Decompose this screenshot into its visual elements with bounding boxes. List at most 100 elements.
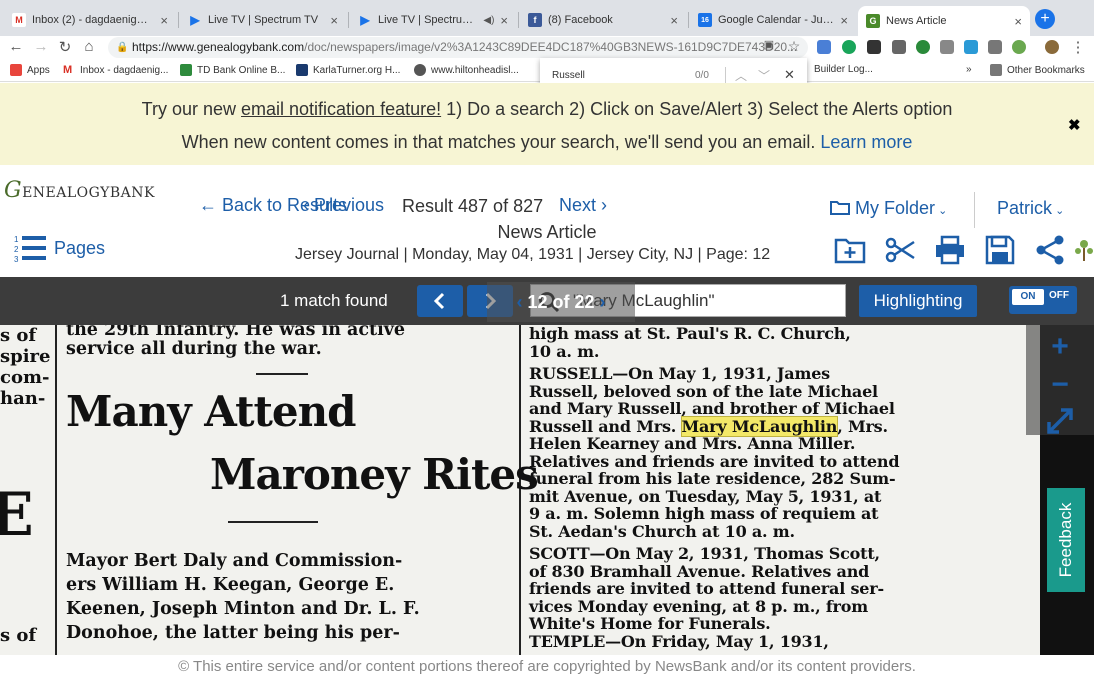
- url-path: /doc/newspapers/image/v2%3A1243C89DEE4DC…: [304, 40, 798, 54]
- my-folder-menu[interactable]: My Folder ⌄: [830, 198, 947, 219]
- cloud-extension-icon[interactable]: [964, 40, 978, 54]
- chevron-down-icon: ⌄: [935, 205, 948, 217]
- globe-icon: [414, 64, 426, 76]
- scissors-icon[interactable]: [884, 234, 916, 266]
- zoom-out-icon[interactable]: −: [1044, 370, 1076, 400]
- reload-icon[interactable]: ↻: [56, 38, 74, 56]
- email-notification-link[interactable]: email notification feature!: [241, 99, 441, 119]
- tab-spectrum-2[interactable]: ▶ Live TV | Spectrum TV ◀) ×: [350, 6, 516, 34]
- edge-text-fragment: spire: [0, 346, 51, 367]
- tab-strip: M Inbox (2) - dagdaenigma@gm × ▶ Live TV…: [0, 0, 1094, 36]
- folder-icon: [830, 201, 850, 215]
- svg-text:3: 3: [14, 255, 19, 263]
- home-icon[interactable]: ⌂: [80, 38, 98, 55]
- find-input[interactable]: Russell: [552, 70, 585, 81]
- bookmark-inbox[interactable]: M Inbox - dagdaenig...: [63, 64, 168, 76]
- save-disk-icon[interactable]: [984, 234, 1016, 266]
- highlight-toggle[interactable]: ON OFF: [1009, 286, 1077, 314]
- evernote-extension-icon[interactable]: [916, 40, 930, 54]
- page-action-icon[interactable]: ▣: [760, 38, 778, 51]
- share-icon[interactable]: [1034, 234, 1066, 266]
- svg-text:2: 2: [14, 245, 19, 254]
- tab-google-calendar[interactable]: 16 Google Calendar - June 201 ×: [690, 6, 856, 34]
- feedback-tab[interactable]: Feedback: [1047, 488, 1085, 592]
- close-icon[interactable]: ×: [670, 13, 678, 28]
- banner-line-1: Try our new email notification feature! …: [141, 99, 953, 119]
- edge-text-fragment: E: [0, 480, 34, 550]
- chevron-down-icon[interactable]: ﹀: [758, 67, 770, 84]
- pages-button[interactable]: 1 2 3 Pages: [14, 233, 105, 263]
- url-host: https://www.genealogybank.com: [132, 40, 305, 54]
- close-icon[interactable]: ×: [160, 13, 168, 28]
- shield-extension-icon[interactable]: [867, 40, 881, 54]
- result-counter: Result 487 of 827: [402, 196, 544, 216]
- tab-facebook[interactable]: f (8) Facebook ×: [520, 6, 686, 34]
- previous-match-button[interactable]: [417, 285, 463, 317]
- tab-title: Inbox (2) - dagdaenigma@gm: [32, 14, 154, 26]
- close-icon[interactable]: ×: [1014, 14, 1022, 29]
- close-icon[interactable]: ×: [330, 13, 338, 28]
- genealogybank-logo[interactable]: GENEALOGYBANK: [4, 178, 155, 203]
- user-menu[interactable]: Patrick ⌄: [997, 198, 1064, 219]
- tab-spectrum-1[interactable]: ▶ Live TV | Spectrum TV ×: [180, 6, 346, 34]
- page-indicator: ‹ 12 of 22 ›: [487, 282, 635, 322]
- close-icon[interactable]: ×: [840, 13, 848, 28]
- close-icon[interactable]: ✖: [1068, 116, 1081, 134]
- headline-many-attend: Many Attend: [66, 387, 357, 436]
- bookmarks-overflow[interactable]: »: [966, 64, 972, 75]
- back-arrow-icon[interactable]: ←: [7, 38, 25, 55]
- family-tree-icon[interactable]: [1074, 238, 1094, 262]
- close-icon[interactable]: ×: [500, 13, 508, 28]
- toggle-on: ON: [1012, 289, 1044, 305]
- toggle-off: OFF: [1049, 290, 1069, 301]
- box-extension-icon[interactable]: [988, 40, 1002, 54]
- scott-obituary: SCOTT—On May 2, 1931, Thomas Scott,: [529, 544, 880, 563]
- zoom-in-icon[interactable]: +: [1044, 332, 1076, 362]
- close-icon[interactable]: ✕: [784, 67, 795, 83]
- left-body-text: Mayor Bert Daly and Commission- ers Will…: [66, 551, 420, 643]
- forward-arrow-icon[interactable]: →: [32, 38, 50, 55]
- match-count: 1 match found: [280, 291, 388, 310]
- add-to-folder-icon[interactable]: [834, 234, 866, 266]
- bookmark-karlaturner[interactable]: KarlaTurner.org H...: [296, 64, 400, 76]
- article-type: News Article: [497, 222, 597, 242]
- tab-news-article[interactable]: G News Article ×: [858, 6, 1030, 36]
- address-bar[interactable]: 🔒 https://www.genealogybank.com/doc/news…: [108, 37, 808, 58]
- bookmark-star-icon[interactable]: ☆: [785, 38, 803, 55]
- print-icon[interactable]: [934, 234, 966, 266]
- chevron-down-icon: ⌄: [1052, 205, 1065, 217]
- chevron-left-icon[interactable]: ‹: [516, 292, 527, 312]
- screen-extension-icon[interactable]: [892, 40, 906, 54]
- bookmark-builder-log[interactable]: Builder Log...: [814, 64, 873, 75]
- tab-title: Live TV | Spectrum TV: [378, 14, 480, 26]
- karlaturner-icon: [296, 64, 308, 76]
- check-extension-icon[interactable]: [1012, 40, 1026, 54]
- speaker-icon[interactable]: ◀): [483, 15, 494, 26]
- article-info: Jersey Journal | Monday, May 04, 1931 | …: [295, 246, 771, 263]
- folder-icon: [990, 64, 1002, 76]
- tab-gmail[interactable]: M Inbox (2) - dagdaenigma@gm ×: [4, 6, 176, 34]
- highlighting-find-button[interactable]: Highlighting: [859, 285, 977, 317]
- russell-obituary: RUSSELL—On May 1, 1931, James: [529, 364, 830, 383]
- bookmark-hiltonhead[interactable]: www.hiltonheadisl...: [414, 64, 519, 76]
- bookmark-td-bank[interactable]: TD Bank Online B...: [180, 64, 285, 76]
- translate-extension-icon[interactable]: [817, 40, 831, 54]
- tab-title: News Article: [886, 15, 947, 27]
- grammarly-extension-icon[interactable]: [842, 40, 856, 54]
- other-bookmarks[interactable]: Other Bookmarks: [990, 64, 1085, 76]
- learn-more-link[interactable]: Learn more: [820, 132, 912, 152]
- left-top-text: the 29th Infantry. He was in active serv…: [66, 325, 406, 359]
- newspaper-page-image[interactable]: s of spire com-han- Es of the 29th Infantry…: [0, 325, 1040, 655]
- chevron-right-icon: ›: [596, 195, 608, 215]
- profile-avatar[interactable]: [1045, 40, 1059, 54]
- menu-kebab-icon[interactable]: ⋮: [1069, 38, 1087, 56]
- new-tab-button[interactable]: +: [1035, 9, 1055, 29]
- fullscreen-expand-icon[interactable]: [1045, 406, 1075, 436]
- facebook-icon: f: [528, 13, 542, 27]
- previous-link[interactable]: ‹ Previous: [303, 195, 384, 216]
- next-link[interactable]: Next ›: [559, 195, 607, 216]
- bookmark-apps[interactable]: Apps: [10, 64, 50, 76]
- chevron-right-icon[interactable]: ›: [595, 292, 606, 312]
- chevron-up-icon[interactable]: ︿: [735, 67, 747, 84]
- word-extension-icon[interactable]: [940, 40, 954, 54]
